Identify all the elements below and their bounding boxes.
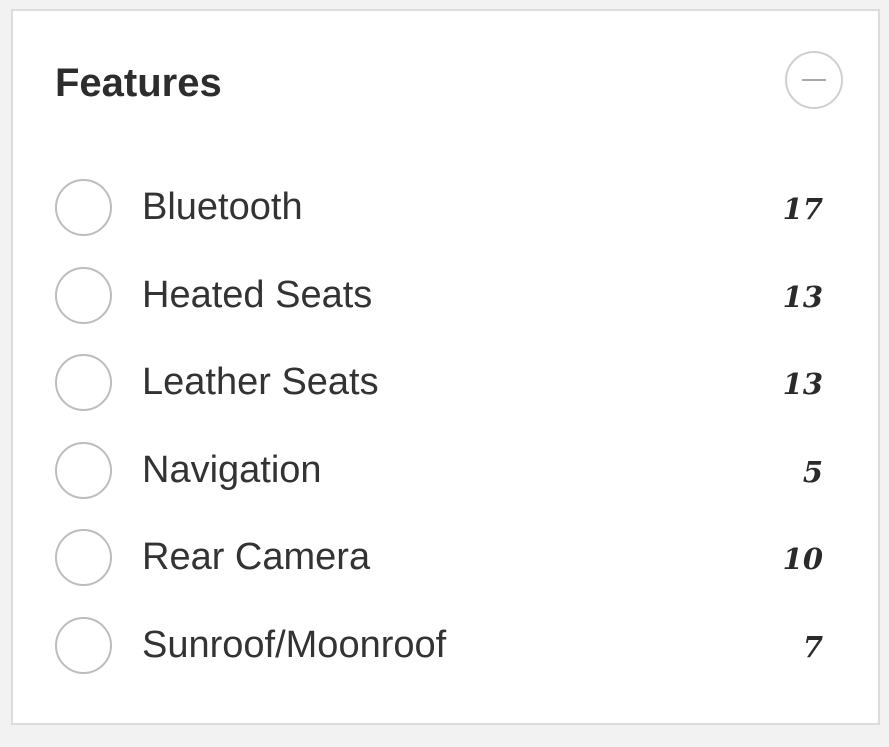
option-count: 13 <box>782 279 823 314</box>
option-count: 13 <box>782 367 823 401</box>
feature-option-rear-camera[interactable]: Rear Camera 10 <box>55 529 835 617</box>
option-count: 17 <box>782 192 823 226</box>
radio-button[interactable] <box>55 616 112 674</box>
features-filter-panel: Features Bluetooth 17 Heated Seats 13 Le… <box>11 9 880 725</box>
option-label: Rear Camera <box>142 536 371 578</box>
radio-button[interactable] <box>55 441 112 499</box>
radio-button[interactable] <box>55 354 112 411</box>
feature-option-bluetooth[interactable]: Bluetooth 17 <box>55 179 835 267</box>
option-count: 5 <box>802 454 823 489</box>
collapse-button[interactable] <box>785 51 843 109</box>
feature-option-sunroof-moonroof[interactable]: Sunroof/Moonroof 7 <box>55 616 835 705</box>
feature-option-heated-seats[interactable]: Heated Seats 13 <box>55 266 835 355</box>
option-count: 7 <box>802 629 823 664</box>
panel-title: Features <box>55 61 222 105</box>
feature-option-navigation[interactable]: Navigation 5 <box>55 441 835 530</box>
radio-button[interactable] <box>55 529 112 586</box>
option-label: Navigation <box>142 448 322 491</box>
option-label: Bluetooth <box>142 186 303 228</box>
radio-button[interactable] <box>55 266 112 324</box>
feature-option-leather-seats[interactable]: Leather Seats 13 <box>55 354 835 442</box>
option-label: Leather Seats <box>142 361 379 403</box>
option-label: Sunroof/Moonroof <box>142 623 447 666</box>
minus-icon <box>802 79 826 81</box>
feature-options-list: Bluetooth 17 Heated Seats 13 Leather Sea… <box>55 179 835 704</box>
option-label: Heated Seats <box>142 273 373 316</box>
radio-button[interactable] <box>55 179 112 236</box>
option-count: 10 <box>782 542 823 576</box>
